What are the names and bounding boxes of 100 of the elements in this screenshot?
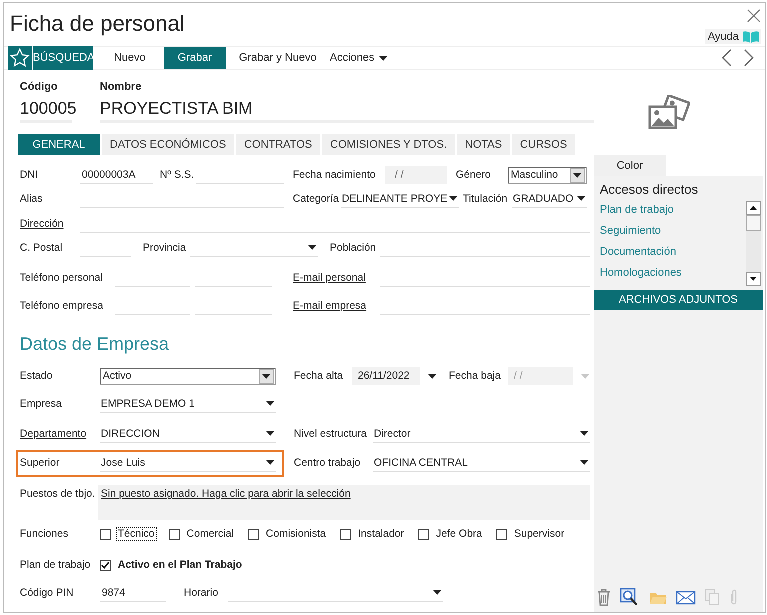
arrow-up-icon[interactable] [750,206,757,210]
field-label: Superior [20,457,61,469]
tab[interactable]: DATOS ECONÓMICOS [102,134,234,155]
tab[interactable]: COMISIONES Y DTOS. [322,134,456,155]
toolbar-button[interactable]: Grabar y Nuevo [235,47,321,69]
copy-icon [705,589,721,606]
field-label: Funciones [20,528,70,540]
field-label: Estado [20,370,54,382]
shortcut-link[interactable]: Plan de trabajo [600,200,746,221]
dropdown[interactable]: Activo [100,368,276,384]
field-label: Titulación [463,193,509,205]
caret-icon [266,460,275,465]
field-label: Población [330,242,378,254]
label-link[interactable]: Departamento [20,428,100,440]
tab[interactable]: NOTAS [457,134,510,155]
envelope-icon[interactable] [676,590,696,604]
field-label: Teléfono empresa [20,300,104,312]
toolbar-button[interactable]: Grabar [164,47,226,69]
field-label: Fecha nacimiento [293,169,377,181]
tab[interactable]: Color [594,155,666,176]
chevron-left-icon[interactable] [721,49,733,67]
caret-icon [433,590,442,595]
chevron-right-icon[interactable] [743,49,755,67]
field-label: Teléfono personal [20,272,104,284]
section-header: ARCHIVOS ADJUNTOS [594,290,763,310]
folder-icon[interactable] [649,590,667,604]
caret-icon [577,196,586,201]
date-field[interactable]: 26/11/2022 [352,367,420,385]
paperclip-icon [730,589,738,606]
dropdown[interactable]: EMPRESA DEMO 1 [100,395,276,413]
dropdown[interactable]: DELINEANTE PROYE [341,190,459,208]
arrow-down-icon[interactable] [750,277,757,281]
scrollbar-thumb[interactable] [746,215,761,231]
dropdown[interactable]: Masculino [508,166,587,184]
caret-icon [266,431,275,436]
field-label: Código PIN [20,587,75,599]
field-label: Fecha baja [449,370,502,382]
search-button[interactable]: BÚSQUEDA [33,46,93,70]
help-button[interactable]: Ayuda [705,29,761,44]
scrollbar[interactable] [746,201,761,286]
input-field[interactable]: 00000003A [80,166,153,184]
dropdown[interactable]: Director [373,425,590,443]
field-label: Provincia [143,242,188,254]
caret-icon [428,374,437,378]
favorite-button[interactable] [8,46,32,70]
field-label: Categoría [293,193,340,205]
dropdown[interactable]: GRADUADO [512,190,587,208]
tab[interactable]: GENERAL [18,134,100,155]
label-link[interactable]: E-mail personal [293,272,380,284]
checkbox[interactable]: Instalador [340,527,406,541]
dropdown[interactable]: OFICINA CENTRAL [373,454,590,472]
field-label: Nivel estructura [294,428,368,440]
checkbox[interactable]: Activo en el Plan Trabajo [100,558,244,572]
input-field[interactable]: 9874 [100,584,166,602]
caret-icon [580,460,589,465]
selection-link[interactable]: Sin puesto asignado. Haga clic para abrir la selección [101,488,351,500]
field-label: Alias [20,193,44,205]
date-field: / / [508,367,573,385]
input-field[interactable]: PROYECTISTA BIM [100,97,594,123]
star-icon [10,48,30,68]
field-label: Centro trabajo [294,457,362,469]
checkmark-icon [101,560,110,570]
checkbox[interactable]: Supervisor [496,527,567,541]
caret-icon [573,172,582,178]
field-label: Empresa [20,398,64,410]
date-field[interactable]: / / [385,166,447,184]
tab[interactable]: CURSOS [512,134,576,155]
dropdown[interactable]: Jose Luis [100,454,276,472]
tab[interactable]: CONTRATOS [236,134,320,155]
shortcut-link[interactable]: Homologaciones [600,263,746,284]
field-label: Nombre [100,81,143,95]
window-title: Ficha de personal [9,10,185,38]
toolbar-button[interactable]: Nuevo [100,47,160,69]
caret-icon [580,431,589,436]
photos-icon[interactable] [648,94,690,130]
caret-icon [581,374,590,378]
book-icon [743,30,759,42]
shortcut-link[interactable]: Seguimiento [600,221,746,242]
checkbox[interactable]: Comisionista [248,527,328,541]
caret-icon [449,196,458,201]
actions-menu[interactable]: Acciones [330,47,388,69]
caret-icon [262,374,271,378]
field-label: Fecha alta [294,370,344,382]
section-heading: Datos de Empresa [20,333,170,356]
magnifier-icon[interactable] [620,588,640,607]
checkbox[interactable]: Jefe Obra [418,527,484,541]
caret-icon [378,56,388,60]
dropdown[interactable]: DIRECCION [100,425,276,443]
caret-icon [308,245,317,250]
trash-icon[interactable] [597,589,611,606]
shortcut-link[interactable]: Documentación [600,242,746,263]
field-label: Puestos de tbjo. [20,487,96,500]
label-link[interactable]: Dirección [20,218,80,230]
label-link[interactable]: E-mail empresa [293,300,380,312]
field-label: DNI [20,169,40,181]
field-label: C. Postal [20,242,64,254]
field-label: Horario [184,587,220,599]
field-label: Nº S.S. [160,169,196,181]
checkbox[interactable]: Comercial [168,527,236,541]
close-icon[interactable] [747,9,761,23]
